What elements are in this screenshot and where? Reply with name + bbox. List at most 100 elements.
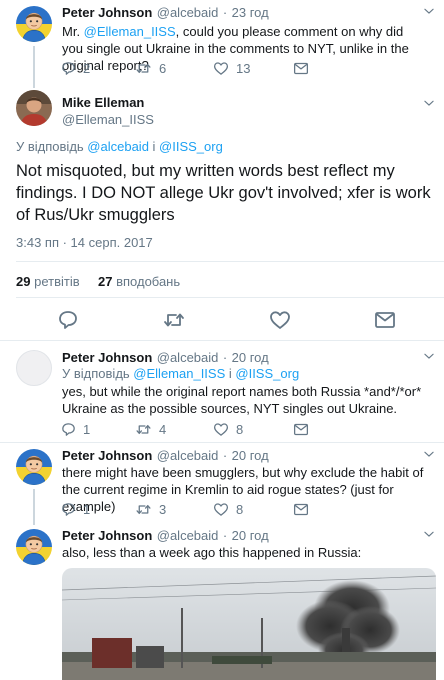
envelope-icon [292, 60, 310, 77]
mention-link[interactable]: @IISS_org [235, 366, 299, 381]
reply-count: 1 [83, 502, 91, 517]
like-total-label: вподобань [116, 274, 181, 289]
retweet-count: 6 [159, 61, 167, 76]
tweet-text-part: Mr. [62, 24, 84, 39]
retweet-button[interactable]: 4 [134, 421, 166, 438]
reply-button[interactable] [56, 308, 80, 337]
envelope-icon [292, 421, 310, 438]
author-handle[interactable]: @alcebaid [157, 528, 219, 543]
like-button[interactable]: 13 [212, 60, 250, 77]
reply-context-label: У відповідь [16, 139, 88, 154]
tweet-text: there might have been smugglers, but why… [62, 465, 424, 514]
like-count: 8 [236, 422, 244, 437]
thread-line [33, 46, 35, 88]
retweet-total-label: ретвітів [34, 274, 80, 289]
reply-context-label: і [148, 139, 160, 154]
reply-count: 2 [83, 61, 91, 76]
like-count: 13 [236, 61, 251, 76]
author-name[interactable]: Peter Johnson [62, 528, 152, 543]
divider [16, 297, 444, 298]
avatar[interactable] [16, 6, 52, 42]
envelope-icon [373, 308, 397, 332]
tweet-time[interactable]: 20 год [232, 350, 269, 365]
separator: · [222, 350, 228, 365]
direct-message-button[interactable] [292, 421, 316, 438]
separator: · [222, 528, 228, 543]
tweet-header: Peter Johnson @alcebaid · 20 год [62, 527, 269, 545]
chevron-down-icon[interactable] [422, 349, 436, 368]
retweet-icon [134, 60, 153, 77]
author-handle[interactable]: @alcebaid [157, 5, 219, 20]
reply-button[interactable]: 1 [60, 421, 90, 438]
chevron-down-icon[interactable] [422, 96, 436, 115]
reply-context-label: і [225, 366, 236, 381]
avatar-photo-icon [16, 90, 52, 126]
retweet-count: 4 [159, 422, 167, 437]
reply-icon [60, 501, 77, 518]
avatar[interactable] [16, 529, 52, 565]
retweet-count: 3 [159, 502, 167, 517]
tweet-header: Peter Johnson @alcebaid · 20 год [62, 349, 269, 367]
avatar-ukraine-icon [16, 449, 52, 485]
like-button[interactable] [268, 308, 292, 337]
avatar-ukraine-icon [16, 6, 52, 42]
tweet-header: Peter Johnson @alcebaid · 23 год [62, 4, 269, 22]
like-count: 8 [236, 502, 244, 517]
avatar[interactable] [16, 90, 52, 126]
author-name[interactable]: Peter Johnson [62, 448, 152, 463]
retweet-button[interactable]: 3 [134, 501, 166, 518]
mention-link[interactable]: @IISS_org [159, 139, 223, 154]
tweet-text: Not misquoted, but my written words best… [16, 162, 431, 224]
like-total: 27 [98, 274, 113, 289]
media-photo[interactable] [62, 568, 436, 680]
retweet-button[interactable]: 6 [134, 60, 166, 77]
direct-message-button[interactable] [292, 60, 316, 77]
direct-message-button[interactable] [373, 308, 397, 337]
author-name[interactable]: Peter Johnson [62, 350, 152, 365]
mention-link[interactable]: @alcebaid [87, 139, 149, 154]
tweet-time[interactable]: 20 год [232, 448, 269, 463]
thread-line [33, 489, 35, 525]
retweet-total: 29 [16, 274, 31, 289]
like-icon [212, 501, 230, 518]
avatar[interactable] [16, 449, 52, 485]
mention-link[interactable]: @Elleman_IISS [84, 24, 176, 39]
retweet-icon [134, 421, 153, 438]
chevron-down-icon[interactable] [422, 4, 436, 23]
reply-context: У відповідь @alcebaid і @IISS_org [16, 139, 223, 154]
like-icon [212, 60, 230, 77]
tweet-header: Peter Johnson @alcebaid · 20 год [62, 447, 269, 465]
tweet-timestamp[interactable]: 3:43 пп · 14 серп. 2017 [16, 235, 153, 250]
reply-context: У відповідь @Elleman_IISS і @IISS_org [62, 366, 299, 381]
author-handle[interactable]: @Elleman_IISS [62, 112, 154, 127]
author-name[interactable]: Mike Elleman [62, 95, 144, 110]
direct-message-button[interactable] [292, 501, 316, 518]
reply-context-label: У відповідь [62, 366, 134, 381]
avatar-placeholder[interactable] [16, 350, 52, 386]
reply-button[interactable]: 2 [60, 60, 90, 77]
divider [16, 261, 444, 262]
mention-link[interactable]: @Elleman_IISS [133, 366, 225, 381]
author-handle[interactable]: @alcebaid [157, 448, 219, 463]
tweet-time[interactable]: 23 год [232, 5, 269, 20]
reply-count: 1 [83, 422, 91, 437]
like-icon [212, 421, 230, 438]
reply-button[interactable]: 1 [60, 501, 90, 518]
explosion-photo-icon [62, 568, 436, 680]
like-stats[interactable]: 27 вподобань [98, 274, 180, 289]
reply-icon [56, 308, 80, 332]
like-button[interactable]: 8 [212, 501, 243, 518]
tweet-time[interactable]: 20 год [232, 528, 269, 543]
author-name[interactable]: Peter Johnson [62, 5, 152, 20]
retweet-stats[interactable]: 29 ретвітів [16, 274, 80, 289]
author-handle[interactable]: @alcebaid [157, 350, 219, 365]
retweet-button[interactable] [161, 308, 187, 337]
tweet-text: yes, but while the original report names… [62, 384, 422, 416]
separator: · [222, 448, 228, 463]
reply-icon [60, 421, 77, 438]
envelope-icon [292, 501, 310, 518]
section-divider [0, 340, 444, 341]
avatar-ukraine-icon [16, 529, 52, 565]
like-icon [268, 308, 292, 332]
like-button[interactable]: 8 [212, 421, 243, 438]
